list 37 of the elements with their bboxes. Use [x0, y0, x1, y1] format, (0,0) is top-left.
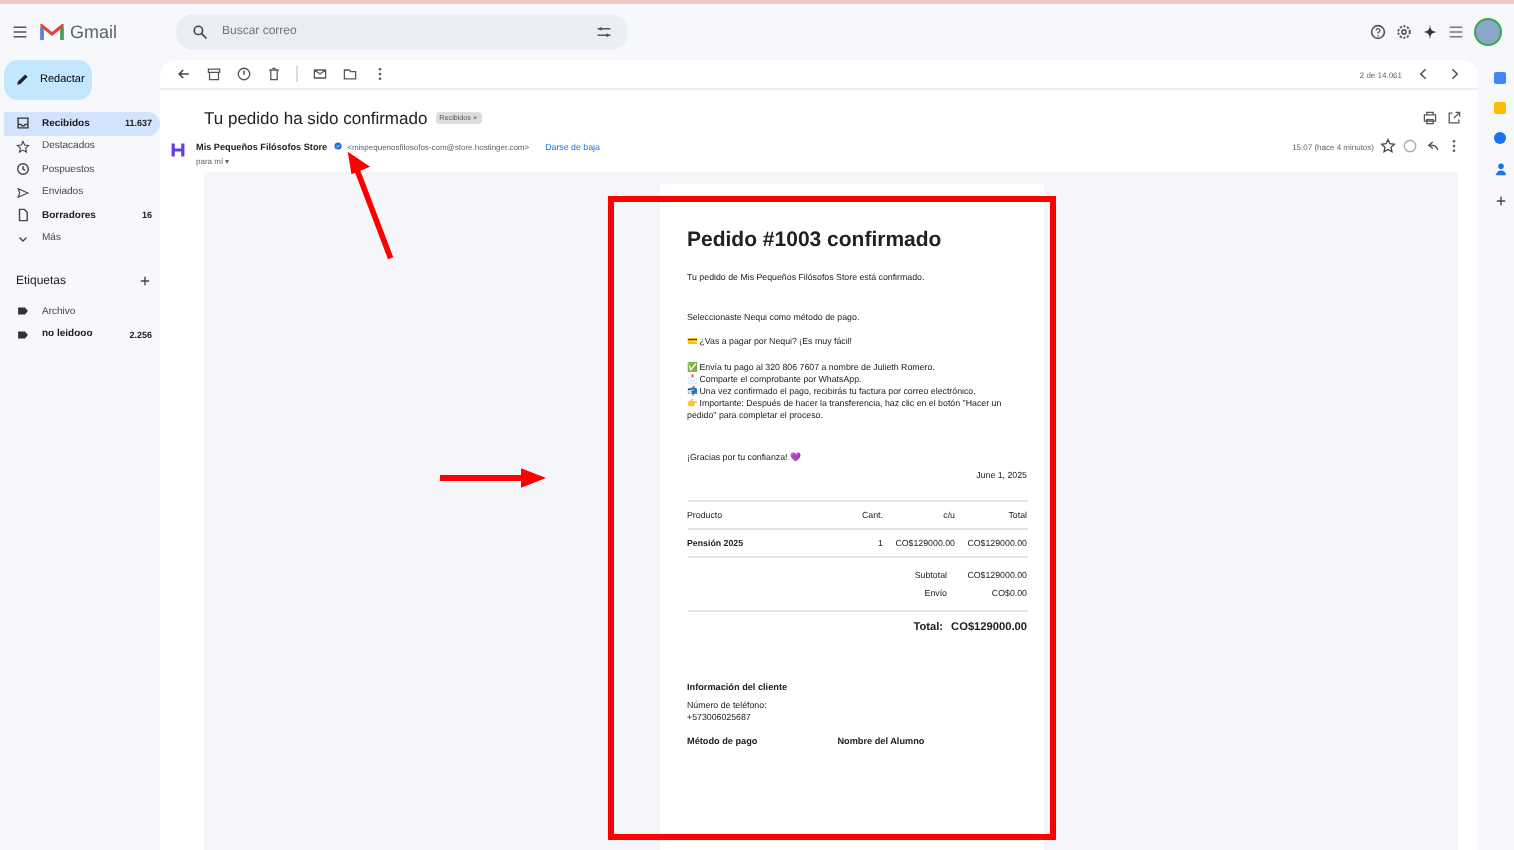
person-icon[interactable]	[1493, 162, 1507, 176]
star-icon	[16, 139, 30, 154]
sparkle-icon[interactable]	[1422, 24, 1438, 40]
menu-icon[interactable]	[12, 24, 28, 40]
external-window-icon[interactable]	[1446, 110, 1462, 126]
print-icon[interactable]	[1422, 110, 1438, 126]
back-arrow-icon[interactable]	[176, 66, 192, 82]
file-icon	[16, 208, 30, 223]
reply-icon[interactable]	[1424, 138, 1440, 154]
inbox-icon	[16, 116, 30, 131]
mail-icon[interactable]	[312, 66, 328, 82]
order-title: Pedido #1003 confirmado	[687, 228, 944, 252]
send-icon	[16, 185, 30, 200]
folder-icon[interactable]	[342, 66, 358, 82]
next-icon[interactable]	[1446, 66, 1462, 82]
settings-icon[interactable]	[1396, 24, 1412, 40]
report-icon[interactable]	[236, 66, 252, 82]
previous-icon[interactable]	[1416, 66, 1432, 82]
verified-badge-icon	[333, 142, 342, 150]
filter-icon[interactable]	[596, 24, 612, 40]
archive-icon[interactable]	[206, 66, 222, 82]
annotation-arrow	[440, 466, 548, 490]
subject-heading: Tu pedido ha sido confirmado	[204, 108, 428, 128]
search-icon	[192, 24, 208, 40]
apps-icon[interactable]	[1448, 24, 1464, 40]
envelope-logo-icon	[40, 23, 64, 41]
trash-icon[interactable]	[266, 66, 282, 82]
app-name: Gmail	[70, 22, 118, 42]
clock-icon	[16, 162, 30, 177]
avatar[interactable]	[1474, 18, 1502, 46]
pencil-icon	[14, 72, 30, 88]
star-icon[interactable]	[1380, 138, 1396, 154]
sender-logo-icon	[170, 142, 186, 158]
help-icon[interactable]	[1370, 24, 1386, 40]
tasks-icon[interactable]	[1494, 132, 1506, 144]
add-icon[interactable]	[1493, 194, 1507, 208]
add-icon[interactable]	[138, 274, 152, 288]
